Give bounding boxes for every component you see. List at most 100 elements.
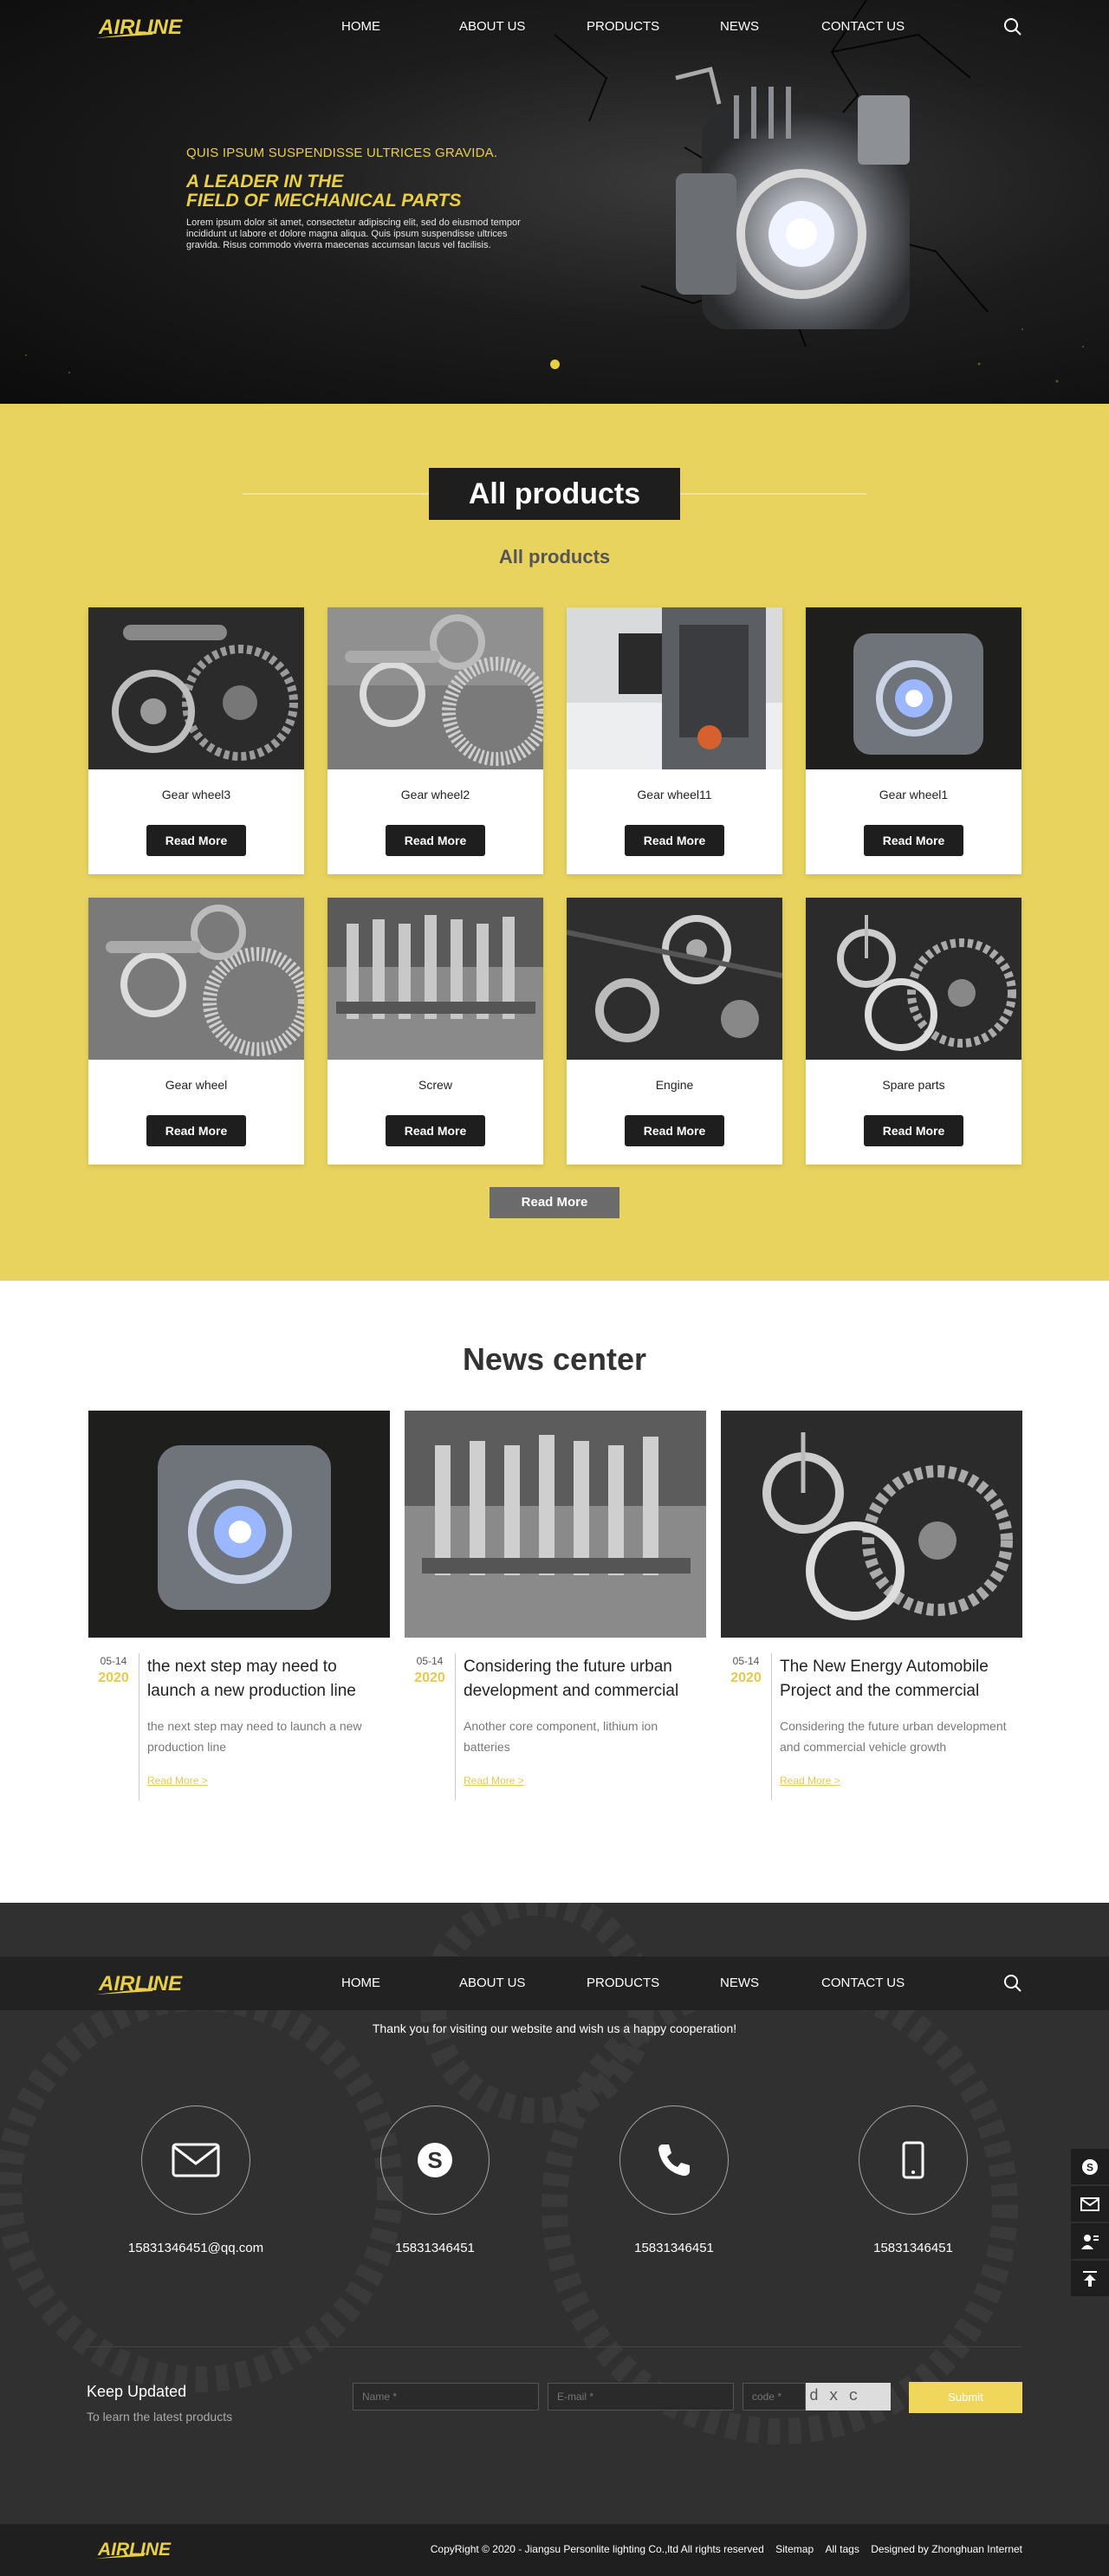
- skype-icon: S: [418, 2143, 452, 2177]
- hero-banner: AIRLINE HOME ABOUT US PRODUCTS NEWS CONT…: [0, 0, 1109, 404]
- news-card[interactable]: 05-14 2020 the next step may need to lau…: [88, 1411, 390, 1809]
- news-date: 05-14 2020: [405, 1655, 455, 1686]
- news-title-link[interactable]: Considering the future urban development…: [464, 1655, 702, 1703]
- news-card[interactable]: 05-14 2020 The New Energy Automobile Pro…: [721, 1411, 1022, 1809]
- hero-description: Lorem ipsum dolor sit amet, consectetur …: [186, 217, 521, 250]
- products-title-wrap: All products: [243, 468, 866, 520]
- side-skype-button[interactable]: S: [1071, 2149, 1109, 2184]
- contact-icon-circle: [859, 2106, 968, 2215]
- news-excerpt: the next step may need to launch a new p…: [147, 1719, 362, 1754]
- news-date: 05-14 2020: [721, 1655, 771, 1686]
- news-divider: [455, 1653, 456, 1801]
- captcha-input[interactable]: [743, 2383, 806, 2411]
- side-email-button[interactable]: [1071, 2186, 1109, 2222]
- arrow-up-icon: [1083, 2270, 1097, 2287]
- news-title-link[interactable]: the next step may need to launch a new p…: [147, 1655, 386, 1703]
- read-more-button[interactable]: Read More: [386, 1115, 485, 1146]
- contact-mobile[interactable]: 15831346451: [827, 2106, 1000, 2255]
- read-more-button[interactable]: Read More: [625, 825, 724, 856]
- mobile-icon: [902, 2141, 924, 2179]
- contact-phone[interactable]: 15831346451: [587, 2106, 761, 2255]
- contact-value: 15831346451: [873, 2241, 953, 2255]
- nav-contact-us[interactable]: CONTACT US: [821, 0, 905, 54]
- news-date-year: 2020: [414, 1671, 445, 1685]
- news-read-more-link[interactable]: Read More >: [780, 1775, 840, 1787]
- all-products-read-more-button[interactable]: Read More: [490, 1187, 619, 1218]
- hero-headline-line-1: A LEADER IN THE: [186, 172, 344, 191]
- product-card[interactable]: Gear wheel2 Read More: [328, 607, 543, 874]
- footer-navbar: AIRLINE HOME ABOUT US PRODUCTS NEWS CONT…: [0, 1956, 1109, 2010]
- contact-value: 15831346451: [634, 2241, 714, 2255]
- contact-icon-circle: S: [380, 2106, 490, 2215]
- footer: AIRLINE HOME ABOUT US PRODUCTS NEWS CONT…: [0, 1903, 1109, 2576]
- contact-icon-circle: [141, 2106, 250, 2215]
- side-toolbar: S: [1071, 2149, 1109, 2298]
- product-image-gears: [88, 898, 304, 1060]
- mail-icon: [172, 2143, 220, 2177]
- svg-text:AIRLINE: AIRLINE: [98, 16, 183, 39]
- product-card[interactable]: Spare parts Read More: [806, 898, 1021, 1165]
- contact-skype[interactable]: S 15831346451: [348, 2106, 522, 2255]
- sitemap-link[interactable]: Sitemap: [775, 2543, 814, 2555]
- captcha-image[interactable]: dxc: [806, 2383, 891, 2411]
- product-name: Gear wheel: [165, 1078, 228, 1092]
- read-more-button[interactable]: Read More: [625, 1115, 724, 1146]
- search-icon[interactable]: [1003, 1974, 1022, 1993]
- search-icon[interactable]: [1003, 17, 1022, 36]
- product-image-gears: [328, 607, 543, 769]
- news-card[interactable]: 05-14 2020 Considering the future urban …: [405, 1411, 706, 1809]
- news-excerpt: Considering the future urban development…: [780, 1719, 1007, 1754]
- read-more-button[interactable]: Read More: [864, 825, 963, 856]
- name-input[interactable]: [353, 2383, 539, 2411]
- product-card[interactable]: Screw Read More: [328, 898, 543, 1165]
- news-read-more-link[interactable]: Read More >: [147, 1775, 208, 1787]
- news-read-more-link[interactable]: Read More >: [464, 1775, 524, 1787]
- email-input[interactable]: [548, 2383, 734, 2411]
- nav-about-us[interactable]: ABOUT US: [459, 1956, 587, 2010]
- read-more-button[interactable]: Read More: [864, 1115, 963, 1146]
- news-title-link[interactable]: The New Energy Automobile Project and th…: [780, 1655, 1018, 1703]
- nav-news[interactable]: NEWS: [720, 0, 821, 54]
- news-image-spare-parts: [721, 1411, 1022, 1638]
- product-card[interactable]: Gear wheel1 Read More: [806, 607, 1021, 874]
- news-date-md: 05-14: [732, 1655, 760, 1667]
- all-tags-link[interactable]: All tags: [826, 2543, 859, 2555]
- nav-home[interactable]: HOME: [341, 1956, 459, 2010]
- product-card[interactable]: Engine Read More: [567, 898, 782, 1165]
- hero-eyebrow: QUIS IPSUM SUSPENDISSE ULTRICES GRAVIDA.: [186, 146, 498, 160]
- news-image-engine: [88, 1411, 390, 1638]
- hero-text: QUIS IPSUM SUSPENDISSE ULTRICES GRAVIDA.…: [186, 146, 533, 251]
- submit-button[interactable]: Submit: [909, 2382, 1022, 2413]
- footer-menu: HOME ABOUT US PRODUCTS NEWS CONTACT US: [341, 1956, 905, 2010]
- read-more-button[interactable]: Read More: [146, 825, 246, 856]
- designer-credit[interactable]: Designed by Zhonghuan Internet: [871, 2543, 1022, 2555]
- product-name: Gear wheel2: [400, 788, 470, 801]
- back-to-top-button[interactable]: [1071, 2261, 1109, 2296]
- nav-products[interactable]: PRODUCTS: [587, 1956, 720, 2010]
- side-contact-button[interactable]: [1071, 2223, 1109, 2259]
- nav-contact-us[interactable]: CONTACT US: [821, 1956, 905, 2010]
- product-card[interactable]: Gear wheel3 Read More: [88, 607, 304, 874]
- product-name: Gear wheel1: [879, 788, 949, 801]
- footer-divider: [87, 2346, 1022, 2347]
- nav-home[interactable]: HOME: [341, 0, 459, 54]
- nav-news[interactable]: NEWS: [720, 1956, 821, 2010]
- nav-about-us[interactable]: ABOUT US: [459, 0, 587, 54]
- product-image-screws: [328, 898, 543, 1060]
- airline-logo[interactable]: AIRLINE: [94, 1969, 206, 1998]
- products-title: All products: [429, 468, 680, 520]
- product-name: Gear wheel11: [637, 788, 712, 801]
- contact-email[interactable]: 15831346451@qq.com: [109, 2106, 282, 2255]
- hero-headline: A LEADER IN THE FIELD OF MECHANICAL PART…: [186, 172, 533, 211]
- product-card[interactable]: Gear wheel Read More: [88, 898, 304, 1165]
- read-more-button[interactable]: Read More: [146, 1115, 246, 1146]
- news-date-year: 2020: [730, 1671, 762, 1685]
- airline-logo[interactable]: AIRLINE: [94, 12, 206, 42]
- slider-dot[interactable]: [550, 360, 560, 369]
- read-more-button[interactable]: Read More: [386, 825, 485, 856]
- product-card[interactable]: Gear wheel11 Read More: [567, 607, 782, 874]
- airline-logo[interactable]: AIRLINE: [94, 2536, 189, 2562]
- product-image-engine-line: [567, 607, 782, 769]
- nav-products[interactable]: PRODUCTS: [587, 0, 720, 54]
- keep-updated-title: Keep Updated: [87, 2383, 187, 2400]
